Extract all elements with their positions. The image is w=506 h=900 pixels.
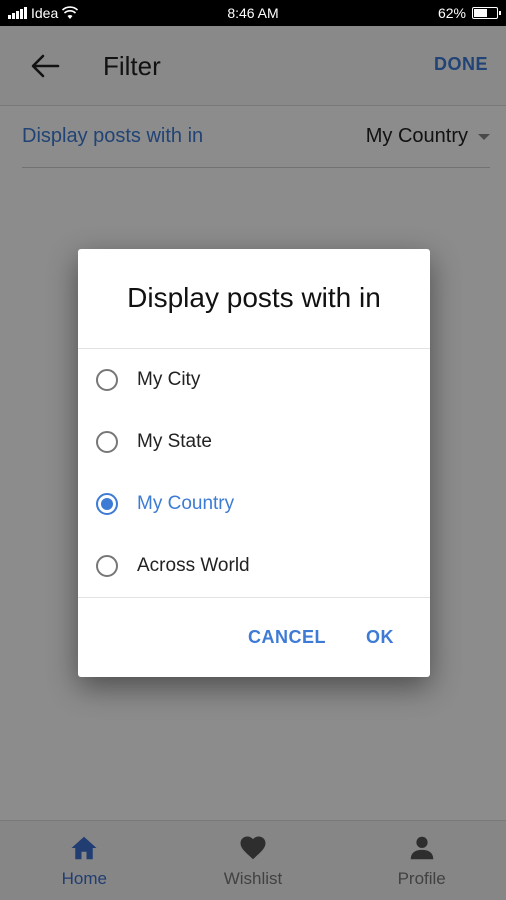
- radio-option-my-country[interactable]: My Country: [78, 473, 430, 535]
- status-time: 8:46 AM: [227, 5, 279, 21]
- radio-option-my-state[interactable]: My State: [78, 411, 430, 473]
- radio-option-across-world[interactable]: Across World: [78, 535, 430, 597]
- battery-percent: 62%: [437, 5, 466, 21]
- radio-option-label: Across World: [137, 555, 250, 576]
- status-right: 62%: [437, 5, 501, 21]
- cancel-button[interactable]: CANCEL: [248, 617, 326, 658]
- radio-option-label: My Country: [137, 493, 235, 514]
- radio-option-my-city[interactable]: My City: [78, 349, 430, 411]
- ok-button[interactable]: OK: [366, 617, 394, 658]
- radio-option-label: My State: [137, 431, 212, 452]
- radio-button-icon: [96, 431, 118, 453]
- radio-group: My City My State My Country Across World: [78, 349, 430, 597]
- battery-fill: [474, 9, 488, 17]
- battery-icon: [472, 7, 501, 19]
- radio-button-icon: [96, 369, 118, 391]
- radio-button-checked-icon: [96, 493, 118, 515]
- radio-option-label: My City: [137, 369, 201, 390]
- radio-button-icon: [96, 555, 118, 577]
- status-bar: Idea 8:46 AM 62%: [0, 0, 506, 26]
- filter-dialog: Display posts with in My City My State M…: [78, 249, 430, 677]
- dialog-title: Display posts with in: [127, 282, 381, 313]
- dialog-actions: CANCEL OK: [248, 598, 430, 677]
